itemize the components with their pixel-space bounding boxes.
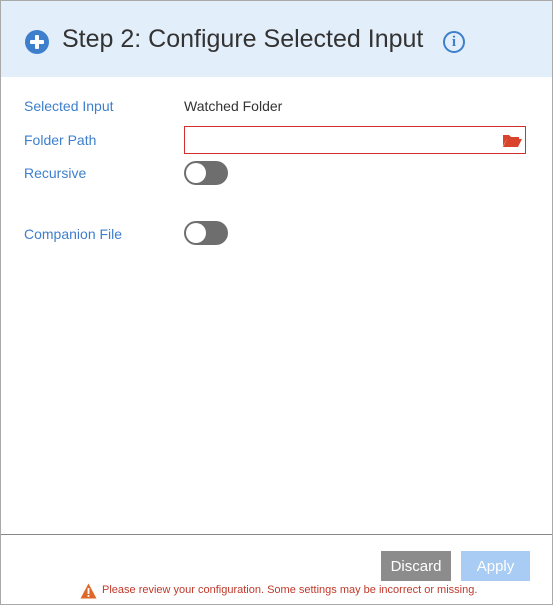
folder-open-icon[interactable] [501,130,523,150]
companion-file-toggle[interactable] [184,221,228,245]
footer-divider [1,534,552,535]
configure-input-panel: Step 2: Configure Selected Input i Selec… [0,0,553,605]
toggle-knob [186,163,206,183]
plus-circle-icon [25,30,49,54]
info-icon[interactable]: i [443,31,465,53]
companion-file-label: Companion File [24,226,123,242]
discard-button[interactable]: Discard [381,551,451,581]
recursive-toggle[interactable] [184,161,228,185]
selected-input-value: Watched Folder [184,98,283,114]
warning-triangle-icon [80,583,97,599]
recursive-label: Recursive [24,165,87,181]
folder-path-label: Folder Path [24,132,97,148]
apply-button[interactable]: Apply [461,551,530,581]
panel-header: Step 2: Configure Selected Input i [1,1,552,77]
page-title: Step 2: Configure Selected Input [62,25,424,53]
folder-path-input[interactable] [184,126,526,154]
toggle-knob [186,223,206,243]
warning-text: Please review your configuration. Some s… [102,584,478,596]
selected-input-label: Selected Input [24,98,114,114]
